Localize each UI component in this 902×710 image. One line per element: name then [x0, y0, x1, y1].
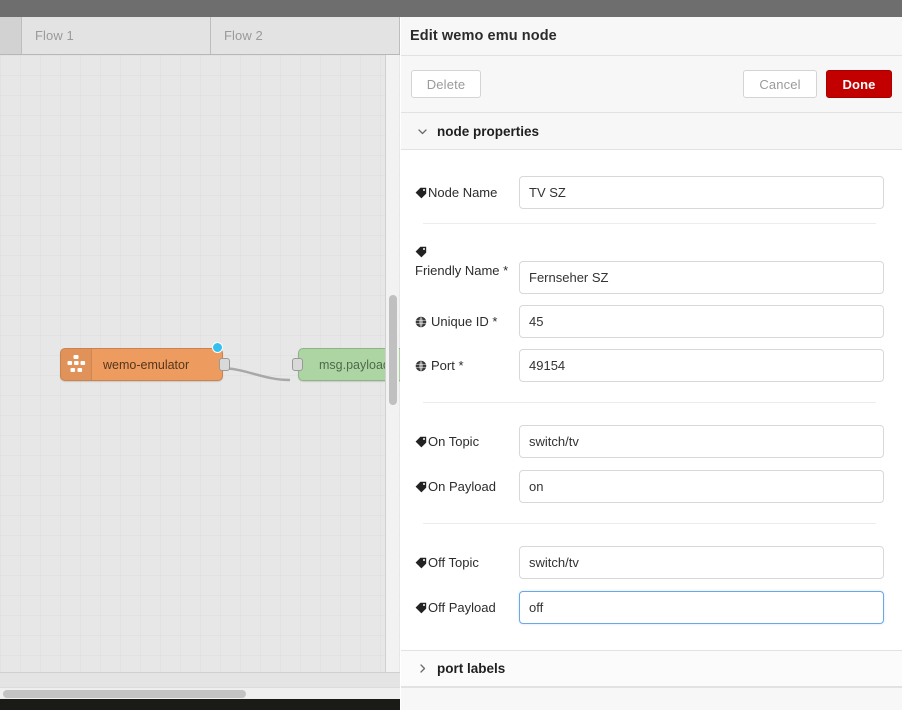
globe-icon	[415, 315, 427, 332]
tab-flow-1[interactable]: Flow 1	[22, 17, 211, 54]
field-group-off: Off Topic Off Payload	[415, 544, 884, 624]
row-on-payload: On Payload	[415, 470, 884, 503]
panel-toolbar: Delete Cancel Done	[401, 56, 902, 113]
section-node-properties[interactable]: node properties	[401, 113, 902, 150]
port-label: Port *	[415, 349, 519, 374]
on-topic-label: On Topic	[415, 425, 519, 450]
on-payload-label: On Payload	[415, 470, 519, 495]
section-port-labels[interactable]: port labels	[401, 650, 902, 687]
row-off-topic: Off Topic	[415, 546, 884, 579]
off-payload-label: Off Payload	[415, 591, 519, 616]
tag-icon	[415, 480, 427, 497]
editor-bottom-edge	[0, 699, 400, 710]
canvas-horizontal-scrollbar[interactable]	[0, 687, 400, 699]
tag-icon	[415, 601, 427, 618]
section-port-labels-title: port labels	[437, 661, 506, 676]
chevron-down-icon	[413, 122, 431, 140]
chevron-right-icon	[413, 660, 431, 678]
flow-editor: Flow 1 Flow 2 wemo-emulator msg.payload	[0, 17, 400, 710]
panel-title-bar: Edit wemo emu node	[401, 17, 902, 56]
row-friendly-name: Friendly Name *	[415, 240, 884, 294]
node-name-label: Node Name	[415, 176, 519, 201]
node-properties-form: Node Name Friendl	[401, 150, 902, 650]
field-group-on: On Topic On Payload	[415, 423, 884, 503]
canvas-vertical-scrollbar[interactable]	[385, 55, 399, 672]
friendly-name-input[interactable]	[519, 261, 884, 294]
edit-node-panel: Edit wemo emu node Delete Cancel Done no…	[401, 17, 902, 710]
page-title: Edit wemo emu node	[410, 28, 557, 44]
tab-flow-2-label: Flow 2	[224, 28, 263, 43]
tab-flow-2[interactable]: Flow 2	[211, 17, 400, 54]
node-wemo-emulator[interactable]: wemo-emulator	[60, 348, 223, 381]
tag-icon	[415, 556, 427, 573]
editor-footer	[0, 672, 400, 710]
off-topic-input[interactable]	[519, 546, 884, 579]
tab-flow-1-label: Flow 1	[35, 28, 74, 43]
done-button[interactable]: Done	[826, 70, 892, 98]
row-node-name: Node Name	[415, 176, 884, 209]
window-title-bar	[0, 0, 902, 17]
field-group-identity: Node Name	[415, 150, 884, 209]
tab-bar-gutter	[0, 17, 22, 54]
flow-tab-bar: Flow 1 Flow 2	[0, 17, 400, 55]
canvas-horizontal-scrollbar-thumb[interactable]	[3, 690, 246, 698]
application-window: Flow 1 Flow 2 wemo-emulator msg.payload …	[0, 0, 902, 710]
node-name-input[interactable]	[519, 176, 884, 209]
unique-id-input[interactable]	[519, 305, 884, 338]
off-payload-input[interactable]	[519, 591, 884, 624]
panel-footer	[401, 687, 902, 710]
unique-id-label: Unique ID *	[415, 305, 519, 330]
friendly-name-label: Friendly Name *	[415, 240, 519, 280]
node-changed-badge-icon	[212, 342, 223, 353]
node-input-port[interactable]	[292, 358, 303, 371]
field-group-device: Friendly Name * Unique ID *	[415, 238, 884, 382]
on-payload-input[interactable]	[519, 470, 884, 503]
port-input[interactable]	[519, 349, 884, 382]
form-divider	[423, 223, 876, 224]
network-dots-icon	[61, 349, 92, 380]
row-on-topic: On Topic	[415, 425, 884, 458]
row-off-payload: Off Payload	[415, 591, 884, 624]
form-divider	[423, 402, 876, 403]
on-topic-input[interactable]	[519, 425, 884, 458]
tag-icon	[415, 244, 427, 263]
canvas-vertical-scrollbar-thumb[interactable]	[389, 295, 397, 405]
globe-icon	[415, 359, 427, 376]
tag-icon	[415, 435, 427, 452]
form-divider	[423, 523, 876, 524]
flow-canvas[interactable]: wemo-emulator msg.payload	[0, 55, 400, 672]
tag-icon	[415, 186, 427, 203]
section-node-properties-title: node properties	[437, 123, 540, 139]
row-port: Port *	[415, 349, 884, 382]
node-wemo-emulator-label: wemo-emulator	[103, 357, 190, 372]
row-unique-id: Unique ID *	[415, 305, 884, 338]
off-topic-label: Off Topic	[415, 546, 519, 571]
cancel-button[interactable]: Cancel	[743, 70, 817, 98]
delete-button[interactable]: Delete	[411, 70, 481, 98]
node-output-port[interactable]	[219, 358, 230, 371]
panel-toolbar-right: Cancel Done	[743, 70, 892, 98]
